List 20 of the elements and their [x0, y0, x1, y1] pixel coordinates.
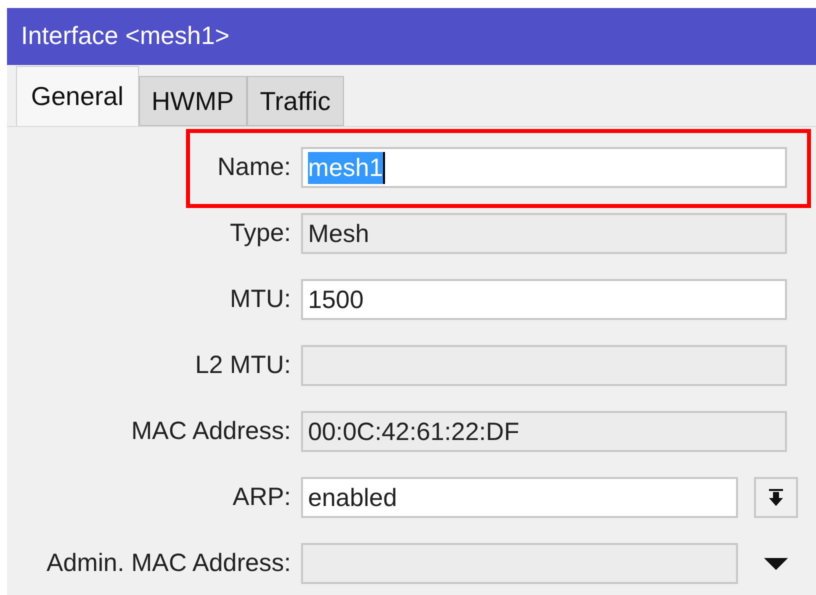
tab[interactable]: HWMP [138, 76, 247, 126]
input-field[interactable]: Mesh [301, 213, 787, 254]
input-field[interactable]: 00:0C:42:61:22:DF [301, 411, 787, 452]
input-field[interactable]: 1500 [301, 279, 787, 320]
input-field[interactable]: enabled [301, 477, 738, 518]
field-label: MAC Address: [130, 416, 292, 447]
input-field[interactable] [301, 543, 738, 584]
field-label: MTU: [228, 284, 292, 315]
tab[interactable]: General [16, 66, 138, 126]
arrow-down-icon [768, 488, 784, 506]
caret-icon[interactable] [764, 558, 788, 570]
dropdown-button[interactable] [754, 477, 798, 518]
field-label: Type: [228, 218, 292, 249]
window-title: Interface <mesh1> [21, 20, 230, 52]
input-field[interactable] [301, 345, 787, 386]
field-label: Name: [216, 152, 292, 183]
field-label: Admin. MAC Address: [45, 548, 292, 579]
field-label: ARP: [232, 482, 292, 513]
tab[interactable]: Traffic [246, 76, 344, 126]
field-label: L2 MTU: [194, 350, 292, 381]
